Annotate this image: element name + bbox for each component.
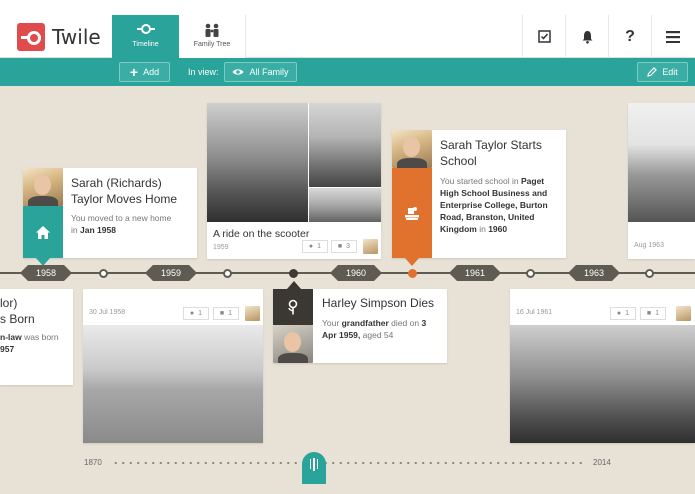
event-card-harley-dies[interactable]: Harley Simpson Dies Your grandfather die… [273, 289, 447, 363]
photo-card-beach-child[interactable]: 30 Jul 1958 ● 1 ■ 1 [83, 289, 263, 443]
view-filter-label: All Family [249, 67, 289, 77]
plus-icon: + [129, 64, 139, 80]
avatar [676, 306, 691, 321]
camera-icon: ■ [337, 243, 343, 250]
photo-count[interactable]: ■ 3 [331, 240, 357, 253]
tab-family-tree[interactable]: Family Tree [179, 15, 246, 58]
picnic-photo[interactable] [510, 325, 695, 443]
avatar [392, 130, 432, 168]
in-view-label: In view: [188, 67, 219, 77]
person-icon: ● [616, 310, 622, 317]
event-description: n-law was born 957 [0, 332, 59, 354]
grip-icon [309, 459, 312, 469]
people-count[interactable]: ● 1 [302, 240, 328, 253]
app-header: Twile Timeline Family Tree ? [0, 0, 695, 58]
toolbar: + Add In view: All Family Edit [0, 58, 695, 86]
family-icon [203, 23, 221, 37]
timeline-icon [136, 23, 155, 37]
app-name: Twile [52, 25, 101, 49]
bell-icon [582, 30, 592, 44]
year-marker[interactable]: 1963 [568, 265, 620, 281]
event-title: Sarah Taylor Starts School [440, 138, 542, 168]
avatar [273, 325, 313, 363]
timeline-dot[interactable] [408, 268, 417, 278]
scrubber-end-year: 2014 [593, 458, 611, 467]
timeline-dot[interactable] [289, 268, 298, 278]
people-count[interactable]: ● 1 [183, 307, 209, 320]
photo-date: 1959 [213, 244, 229, 251]
year-marker[interactable]: 1961 [449, 265, 501, 281]
help-icon: ? [625, 27, 635, 45]
card-pointer [287, 281, 301, 289]
beach-child-photo[interactable] [83, 325, 263, 443]
event-card-starts-school[interactable]: Sarah Taylor Starts School You started sc… [392, 130, 566, 258]
pencil-icon [647, 67, 658, 77]
photo-date: 16 Jul 1961 [516, 309, 553, 316]
event-title: lor) s Born [0, 296, 35, 326]
timeline-dot[interactable] [526, 268, 535, 278]
scrubber-start-year: 1870 [84, 458, 102, 467]
card-pointer [405, 258, 419, 266]
scrubber-track[interactable] [112, 462, 586, 464]
event-description: You started school in Paget High School … [440, 176, 548, 234]
year-marker[interactable]: 1959 [145, 265, 197, 281]
photo-count[interactable]: ■ 1 [640, 307, 666, 320]
event-title: Sarah (Richards) Taylor Moves Home [71, 176, 178, 206]
person-icon: ● [189, 310, 195, 317]
photo-caption: A ride on the scooter [213, 228, 310, 240]
tasks-button[interactable] [522, 15, 565, 58]
flower-icon [273, 289, 313, 325]
year-marker[interactable]: 1958 [20, 265, 72, 281]
tab-timeline-label: Timeline [132, 41, 159, 48]
avatar [245, 306, 260, 321]
camera-icon: ■ [646, 310, 652, 317]
event-description: Your grandfather died on 3 Apr 1959, age… [322, 318, 427, 340]
event-description: You moved to a new home in Jan 1958 [71, 213, 172, 235]
timeline-dot[interactable] [99, 268, 108, 278]
edit-button-label: Edit [662, 67, 678, 77]
event-title: Harley Simpson Dies [322, 296, 435, 310]
photo-date: Aug 1963 [634, 242, 664, 249]
house-icon [23, 206, 63, 258]
scrubber-handle[interactable] [302, 452, 326, 484]
menu-icon [666, 30, 680, 43]
edit-button[interactable]: Edit [637, 62, 688, 82]
camera-icon: ■ [219, 310, 225, 317]
logo-icon [17, 23, 45, 51]
menu-button[interactable] [651, 15, 694, 58]
add-button-label: Add [143, 67, 160, 77]
help-button[interactable]: ? [608, 15, 651, 58]
view-filter-button[interactable]: All Family [224, 62, 297, 82]
avatar [363, 239, 378, 254]
app-logo[interactable]: Twile [17, 23, 101, 51]
event-card-born[interactable]: lor) s Born n-law was born 957 [0, 289, 73, 385]
photo-card-scooter[interactable]: A ride on the scooter 1959 ● 1 ■ 3 [207, 103, 381, 259]
notifications-button[interactable] [565, 15, 608, 58]
timeline-dot[interactable] [645, 268, 654, 278]
avatar [23, 168, 63, 206]
photo-date: 30 Jul 1958 [89, 309, 126, 316]
tab-timeline[interactable]: Timeline [112, 15, 179, 58]
checkbox-icon [537, 30, 551, 43]
scooter-photo[interactable] [207, 103, 308, 222]
event-card-moves-home[interactable]: Sarah (Richards) Taylor Moves Home You mo… [23, 168, 197, 258]
tab-family-tree-label: Family Tree [193, 41, 231, 48]
person-icon: ● [308, 243, 314, 250]
people-count[interactable]: ● 1 [610, 307, 636, 320]
scooter-photo[interactable] [309, 103, 381, 187]
photo-count[interactable]: ■ 1 [213, 307, 239, 320]
year-marker[interactable]: 1960 [330, 265, 382, 281]
beach-photo[interactable] [628, 103, 695, 222]
timeline-dot[interactable] [223, 268, 232, 278]
photo-card-picnic[interactable]: 16 Jul 1961 ● 1 ■ 1 [510, 289, 695, 443]
add-button[interactable]: + Add [119, 62, 170, 82]
books-icon [392, 168, 432, 258]
photo-card-beach[interactable]: Aug 1963 [628, 103, 695, 259]
scooter-photo[interactable] [309, 188, 381, 222]
eye-icon [232, 69, 244, 75]
